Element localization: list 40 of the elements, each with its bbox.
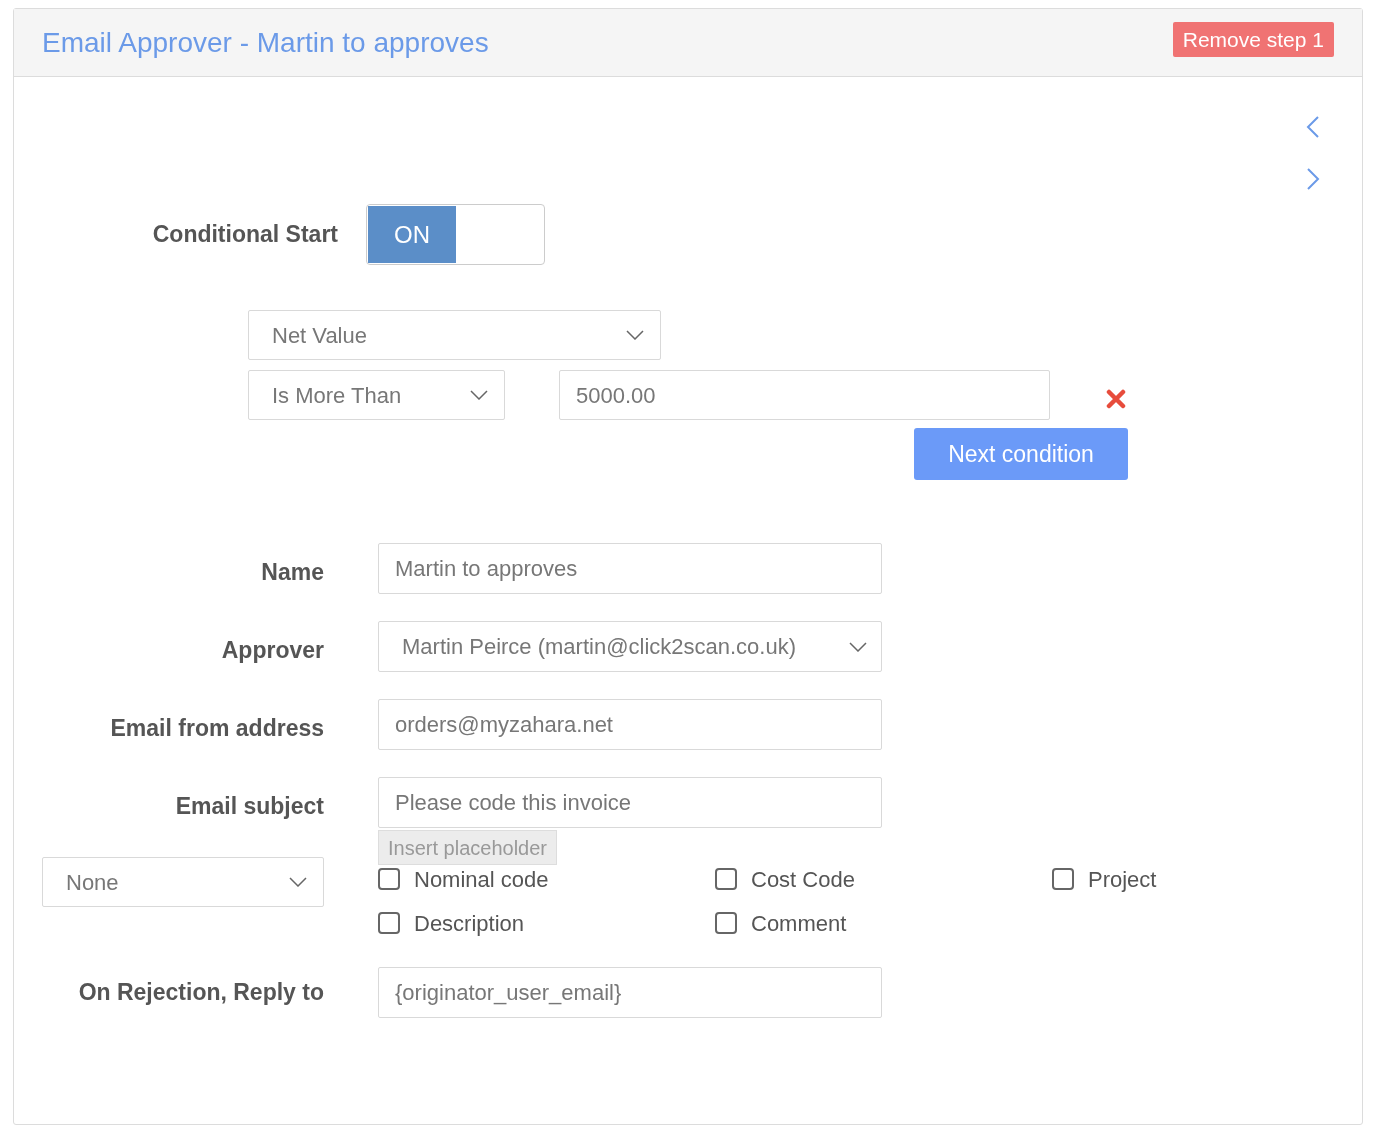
select-value: Net Value	[272, 321, 367, 350]
checkbox[interactable]	[715, 912, 737, 934]
text-input[interactable]: orders@myzahara.net	[378, 699, 882, 750]
text-input[interactable]: Please code this invoice	[378, 777, 882, 828]
checkbox-option[interactable]: Project	[1052, 857, 1252, 901]
chevron-down-icon	[626, 330, 644, 340]
chevron-right-icon[interactable]	[1306, 167, 1320, 191]
field-label: Approver	[220, 636, 324, 665]
text-input[interactable]: {originator_user_email}	[378, 967, 882, 1018]
text-input[interactable]: Martin to approves	[378, 543, 882, 594]
checkbox[interactable]	[378, 868, 400, 890]
field-label: On Rejection, Reply to	[77, 978, 324, 1008]
panel-title: Email Approver - Martin to approves	[42, 25, 489, 60]
field-label: Email from address	[109, 714, 324, 743]
chevron-down-icon	[470, 390, 488, 400]
select-value: Martin Peirce (martin@click2scan.co.uk)	[402, 633, 796, 661]
checkbox[interactable]	[378, 912, 400, 934]
checkbox[interactable]	[715, 868, 737, 890]
chevron-left-icon[interactable]	[1306, 115, 1320, 139]
remove-step-button[interactable]: Remove step 1	[1172, 22, 1334, 57]
select-value: Is More Than	[272, 381, 402, 410]
checkbox-option[interactable]: Cost Code	[715, 857, 1052, 901]
approver-select[interactable]: Martin Peirce (martin@click2scan.co.uk)	[378, 621, 882, 672]
coding-select[interactable]: None	[42, 857, 324, 907]
checkbox[interactable]	[1052, 868, 1074, 890]
next-condition-button[interactable]: Next condition	[914, 428, 1128, 480]
field-label: Conditional Start	[151, 220, 338, 250]
chevron-down-icon	[849, 641, 867, 652]
insert-placeholder-button[interactable]: Insert placeholder	[378, 830, 557, 865]
checkbox-option[interactable]: Comment	[715, 901, 1052, 945]
close-icon[interactable]	[1106, 389, 1126, 409]
chevron-down-icon	[289, 877, 307, 887]
select-value: None	[66, 868, 119, 897]
checkbox-option[interactable]: Description	[378, 901, 715, 945]
operator-select[interactable]: Is More Than	[248, 370, 505, 420]
field-label: Name	[260, 558, 324, 587]
toggle-switch[interactable]: ON	[366, 204, 545, 265]
field-select[interactable]: Net Value	[248, 310, 661, 360]
value-input[interactable]: 5000.00	[559, 370, 1050, 420]
field-label: Email subject	[174, 792, 324, 821]
